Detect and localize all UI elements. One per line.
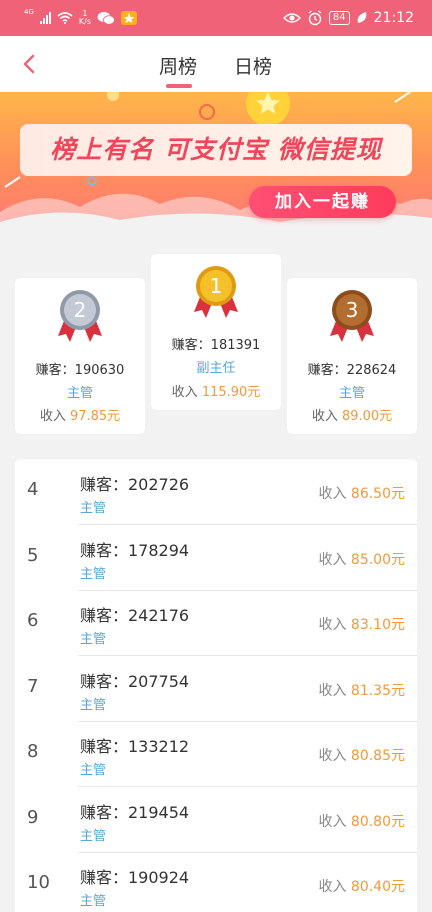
tab-weekly[interactable]: 周榜 — [159, 52, 197, 79]
earner-role: 主管 — [80, 763, 107, 778]
earner-role: 主管 — [80, 829, 107, 844]
list-item[interactable]: 9 赚客：219454 主管 收入 80.80元 — [15, 787, 417, 853]
medal-rank-3: 3 — [346, 298, 359, 322]
podium-third-income: 收入 89.00元 — [287, 405, 417, 424]
podium-first-role: 副主任 — [196, 361, 236, 376]
earner-income: 收入 80.40元 — [318, 876, 405, 896]
status-left: 4G 1 K/s — [24, 9, 137, 27]
earner-income: 收入 80.80元 — [318, 811, 405, 831]
bronze-medal-icon: 3 — [330, 290, 374, 342]
income-label: 收入 — [311, 409, 338, 424]
network-type-label: 4G — [24, 8, 34, 16]
income-amount: 115.90元 — [201, 385, 261, 400]
list-item[interactable]: 4 赚客：202726 主管 收入 86.50元 — [15, 459, 417, 525]
status-right: 84 21:12 — [282, 9, 414, 27]
clock-time: 21:12 — [373, 10, 414, 26]
leaf-icon — [357, 12, 366, 23]
income-amount: 83.10元 — [350, 617, 405, 633]
rank-number: 7 — [27, 676, 39, 697]
wifi-icon — [57, 12, 73, 24]
podium-first[interactable]: 1 赚客：181391 副主任 收入 115.90元 — [151, 254, 281, 410]
earner-income: 收入 81.35元 — [318, 680, 405, 700]
podium-second-name: 赚客：190630 — [35, 363, 125, 378]
podium-second-income: 收入 97.85元 — [15, 405, 145, 424]
income-amount: 97.85元 — [69, 409, 121, 424]
rank-number: 6 — [27, 610, 39, 631]
income-label: 收入 — [39, 409, 66, 424]
income-label: 收入 — [318, 748, 347, 764]
top-nav: 周榜 日榜 — [0, 36, 432, 92]
income-amount: 85.00元 — [350, 552, 405, 568]
earner-name: 赚客：202726 — [80, 475, 190, 494]
income-label: 收入 — [318, 552, 347, 568]
battery-indicator: 84 — [328, 11, 350, 25]
earner-income: 收入 80.85元 — [318, 745, 405, 765]
banner-slogan: 榜上有名 可支付宝 微信提现 — [50, 135, 382, 164]
podium-first-name: 赚客：181391 — [171, 338, 261, 353]
earner-income: 收入 85.00元 — [318, 549, 405, 569]
income-label: 收入 — [318, 486, 347, 502]
income-amount: 89.00元 — [341, 409, 393, 424]
podium-third-name: 赚客：228624 — [307, 363, 397, 378]
rank-number: 5 — [27, 545, 39, 566]
income-label: 收入 — [318, 814, 347, 830]
income-label: 收入 — [171, 385, 198, 400]
earner-name: 赚客：133212 — [80, 737, 190, 756]
medal-rank-2: 2 — [74, 298, 87, 322]
earner-income: 收入 83.10元 — [318, 614, 405, 634]
earner-name: 赚客：242176 — [80, 606, 190, 625]
podium-second[interactable]: 2 赚客：190630 主管 收入 97.85元 — [15, 278, 145, 434]
active-tab-indicator — [166, 84, 192, 88]
status-bar: 4G 1 K/s 84 21:12 — [0, 0, 432, 36]
rank-number: 9 — [27, 807, 39, 828]
net-speed-unit: K/s — [78, 17, 91, 26]
podium-third-role: 主管 — [338, 386, 365, 401]
income-label: 收入 — [318, 617, 347, 633]
earner-name: 赚客：207754 — [80, 672, 190, 691]
earner-role: 主管 — [80, 894, 107, 909]
rank-number: 8 — [27, 741, 39, 762]
earner-role: 主管 — [80, 698, 107, 713]
signal-icon — [39, 12, 51, 24]
medal-rank-1: 1 — [210, 274, 223, 298]
earner-role: 主管 — [80, 501, 107, 516]
income-amount: 81.35元 — [350, 683, 405, 699]
income-amount: 80.85元 — [350, 748, 405, 764]
back-arrow-icon[interactable] — [18, 52, 42, 76]
podium-first-income: 收入 115.90元 — [151, 381, 281, 400]
net-speed: 1 K/s — [79, 10, 91, 26]
silver-medal-icon: 2 — [58, 290, 102, 342]
earner-name: 赚客：190924 — [80, 868, 190, 887]
list-item[interactable]: 8 赚客：133212 主管 收入 80.85元 — [15, 721, 417, 787]
tab-daily[interactable]: 日榜 — [234, 52, 272, 79]
list-item[interactable]: 7 赚客：207754 主管 收入 81.35元 — [15, 656, 417, 722]
ranking-list: 4 赚客：202726 主管 收入 86.50元 5 赚客：178294 主管 … — [15, 459, 417, 912]
earner-role: 主管 — [80, 567, 107, 582]
gold-medal-icon: 1 — [194, 266, 238, 318]
podium-second-role: 主管 — [66, 386, 93, 401]
list-item[interactable]: 6 赚客：242176 主管 收入 83.10元 — [15, 590, 417, 656]
list-item[interactable]: 10 赚客：190924 主管 收入 80.40元 — [15, 852, 417, 912]
rank-number: 4 — [27, 479, 39, 500]
earner-role: 主管 — [80, 632, 107, 647]
alarm-icon — [308, 10, 322, 26]
income-amount: 86.50元 — [350, 486, 405, 502]
wechat-icon — [97, 12, 115, 25]
income-label: 收入 — [318, 683, 347, 699]
earner-income: 收入 86.50元 — [318, 483, 405, 503]
income-amount: 80.40元 — [350, 879, 405, 895]
earner-name: 赚客：219454 — [80, 803, 190, 822]
notification-app-icon — [121, 11, 137, 25]
income-label: 收入 — [318, 879, 347, 895]
income-amount: 80.80元 — [350, 814, 405, 830]
join-button[interactable]: 加入一起赚 — [249, 186, 396, 218]
rank-number: 10 — [27, 872, 50, 893]
eye-icon — [282, 13, 301, 23]
list-item[interactable]: 5 赚客：178294 主管 收入 85.00元 — [15, 525, 417, 591]
earner-name: 赚客：178294 — [80, 541, 190, 560]
podium-third[interactable]: 3 赚客：228624 主管 收入 89.00元 — [287, 278, 417, 434]
